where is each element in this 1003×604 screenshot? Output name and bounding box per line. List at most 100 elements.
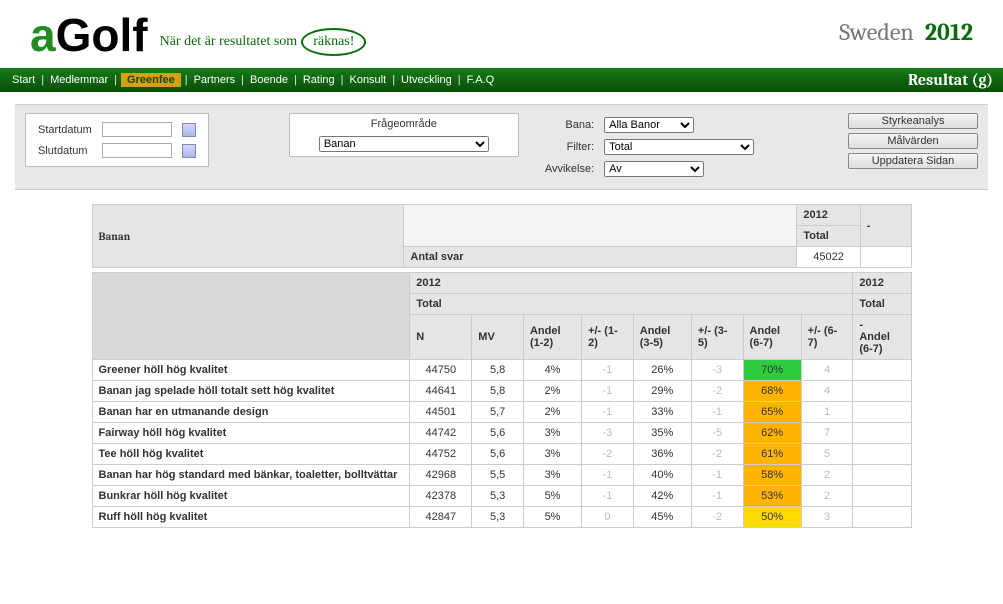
nav-result: Resultat (g) [908, 71, 993, 89]
cell-a67: 65% [743, 402, 801, 423]
cell-mv: 5,8 [472, 360, 524, 381]
filter-bar: Startdatum Slutdatum Frågeområde Banan B… [15, 104, 988, 190]
cell-p12: -1 [582, 486, 634, 507]
h-a67b: Andel (6-7) [859, 331, 904, 355]
cell-n: 42847 [410, 507, 472, 528]
bana-label: Bana: [541, 115, 598, 135]
report: Banan 2012 - Total Antal svar 45022 2012… [92, 204, 912, 528]
cell-a35: 42% [633, 486, 691, 507]
filter-select[interactable]: Total [604, 139, 754, 155]
cell-mv: 5,6 [472, 423, 524, 444]
cell-mv: 5,6 [472, 444, 524, 465]
data-table: 2012 2012 Total Total N MV Andel (1-2) +… [92, 272, 912, 528]
row-label: Bunkrar höll hög kvalitet [92, 486, 410, 507]
enddate-input[interactable] [102, 143, 172, 158]
nav-boende[interactable]: Boende [248, 74, 290, 86]
cell-mv: 5,7 [472, 402, 524, 423]
cell-a35: 29% [633, 381, 691, 402]
startdate-input[interactable] [102, 122, 172, 137]
antal-svar-value: 45022 [797, 247, 860, 268]
h-p12: +/- (1-2) [582, 315, 634, 360]
table-row: Banan jag spelade höll totalt sett hög k… [92, 381, 911, 402]
h-a12: Andel (1-2) [523, 315, 581, 360]
h-a35: Andel (3-5) [633, 315, 691, 360]
cell-a67b [853, 381, 911, 402]
button-column: Styrkeanalys Målvärden Uppdatera Sidan [848, 113, 978, 169]
nav-utveckling[interactable]: Utveckling [399, 74, 454, 86]
row-label: Fairway höll hög kvalitet [92, 423, 410, 444]
logo-golf: Golf [56, 8, 148, 62]
malvarden-button[interactable]: Målvärden [848, 133, 978, 149]
cell-a35: 26% [633, 360, 691, 381]
styrkeanalys-button[interactable]: Styrkeanalys [848, 113, 978, 129]
header: a Golf När det är resultatet som räknas!… [0, 0, 1003, 68]
calendar-icon[interactable] [182, 123, 196, 137]
h-dash: - [859, 319, 904, 331]
area-select[interactable]: Banan [319, 136, 489, 152]
filter-label: Filter: [541, 137, 598, 157]
cell-n: 42968 [410, 465, 472, 486]
tagline: När det är resultatet som räknas! [160, 28, 367, 56]
cell-a67b [853, 465, 911, 486]
antal-svar-blank [860, 247, 911, 268]
row-label: Tee höll hög kvalitet [92, 444, 410, 465]
col-year-b: 2012 [853, 273, 911, 294]
row-label: Ruff höll hög kvalitet [92, 507, 410, 528]
cell-a12: 3% [523, 444, 581, 465]
cell-a67: 50% [743, 507, 801, 528]
enddate-label: Slutdatum [34, 141, 96, 160]
avvikelse-select[interactable]: Av [604, 161, 704, 177]
cell-p12: -3 [582, 423, 634, 444]
cell-a35: 35% [633, 423, 691, 444]
header-right: Sweden 2012 [839, 18, 973, 46]
mid-filters: Bana: Alla Banor Filter: Total Avvikelse… [539, 113, 760, 181]
cell-mv: 5,3 [472, 507, 524, 528]
cell-a35: 40% [633, 465, 691, 486]
cell-a12: 5% [523, 507, 581, 528]
col-year: 2012 [410, 273, 853, 294]
nav-faq[interactable]: F.A.Q [465, 74, 497, 86]
cell-a12: 3% [523, 423, 581, 444]
summary-spacer [404, 205, 797, 247]
nav-rating[interactable]: Rating [301, 74, 337, 86]
cell-a67: 68% [743, 381, 801, 402]
cell-a12: 4% [523, 360, 581, 381]
cell-mv: 5,8 [472, 381, 524, 402]
cell-p12: -1 [582, 381, 634, 402]
table-row: Banan har en utmanande design445015,72%-… [92, 402, 911, 423]
row-label: Banan har hög standard med bänkar, toale… [92, 465, 410, 486]
logo: a Golf [30, 8, 148, 62]
cell-p35: -1 [691, 402, 743, 423]
nav-sep: | [392, 74, 395, 86]
cell-p35: -3 [691, 360, 743, 381]
uppdatera-button[interactable]: Uppdatera Sidan [848, 153, 978, 169]
antal-svar-label: Antal svar [404, 247, 797, 268]
nav-konsult[interactable]: Konsult [347, 74, 388, 86]
cell-a35: 45% [633, 507, 691, 528]
h-p35: +/- (3-5) [691, 315, 743, 360]
cell-p67: 1 [801, 402, 853, 423]
nav-medlemmar[interactable]: Medlemmar [48, 74, 110, 86]
nav-greenfee[interactable]: Greenfee [121, 73, 181, 87]
nav-start[interactable]: Start [10, 74, 37, 86]
row-label: Banan jag spelade höll totalt sett hög k… [92, 381, 410, 402]
cell-a67b [853, 360, 911, 381]
summary-year: 2012 [797, 205, 860, 226]
cell-a12: 5% [523, 486, 581, 507]
nav-sep: | [294, 74, 297, 86]
table-row: Fairway höll hög kvalitet447425,63%-335%… [92, 423, 911, 444]
cell-a67b [853, 402, 911, 423]
nav-partners[interactable]: Partners [192, 74, 238, 86]
bana-select[interactable]: Alla Banor [604, 117, 694, 133]
table-row: Ruff höll hög kvalitet428475,35%045%-250… [92, 507, 911, 528]
table-row: Bunkrar höll hög kvalitet423785,35%-142%… [92, 486, 911, 507]
calendar-icon[interactable] [182, 144, 196, 158]
cell-a67b [853, 423, 911, 444]
cell-p67: 4 [801, 360, 853, 381]
cell-a35: 33% [633, 402, 691, 423]
cell-p12: -2 [582, 444, 634, 465]
cell-p12: -1 [582, 360, 634, 381]
cell-p67: 4 [801, 381, 853, 402]
nav-sep: | [458, 74, 461, 86]
section-title: Banan [92, 205, 404, 268]
